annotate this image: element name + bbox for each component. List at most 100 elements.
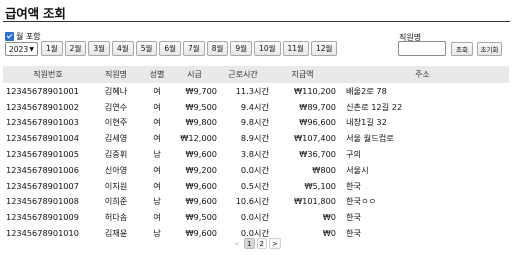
total-pay-cell: ₩101,800 [294,196,336,207]
employee-id-cell: 12345678901001 [6,85,79,96]
employee-name-cell: 김세영 [104,133,128,144]
employee-id-cell: 12345678901004 [6,133,79,144]
table-row[interactable]: 12345678901009 허다솜 여 ₩9,500 0.0시간 ₩0 한국 [3,209,509,225]
sex-cell: 남 [153,149,161,160]
next-page-button[interactable]: > [268,238,281,249]
table-row[interactable]: 12345678901008 이희준 남 ₩9,600 10.6시간 ₩101,800 한국… [3,194,509,210]
work-hours-cell: 9.4시간 [240,101,269,112]
address-cell: 구의 [346,149,362,160]
employee-id-cell: 12345678901003 [6,117,79,128]
page-title: 급여액 조회 [5,6,66,21]
table-row[interactable]: 12345678901005 김중휘 남 ₩9,600 3.8시간 ₩36,700 구의 [3,146,509,162]
total-pay-cell: ₩5,100 [304,180,336,191]
employee-name-cell: 김연수 [104,101,128,112]
hourly-pay-cell: ₩9,600 [185,180,217,191]
employee-name-cell: 허다솜 [104,212,128,223]
month-button-6[interactable]: 6월 [159,41,182,56]
sex-cell: 여 [153,180,161,191]
table-row[interactable]: 12345678901002 김연수 여 ₩9,500 9.4시간 ₩89,700 신촌로 … [3,99,509,115]
address-cell: 내창1길 32 [346,117,387,128]
work-hours-cell: 8.9시간 [240,133,269,144]
hourly-pay-cell: ₩9,500 [185,212,217,223]
reset-button[interactable]: 초기화 [477,42,502,56]
sex-cell: 여 [153,85,161,96]
work-hours-cell: 3.8시간 [240,149,269,160]
column-header-sex: 성별 [142,66,172,83]
hourly-pay-cell: ₩12,000 [180,133,217,144]
sex-cell: 여 [153,117,161,128]
month-include-toggle[interactable]: 월 포함 [5,31,41,42]
address-cell: 신촌로 12길 22 [346,101,403,112]
total-pay-cell: ₩96,600 [299,117,336,128]
work-hours-cell: 10.6시간 [235,196,269,207]
column-header-address: 주소 [336,66,509,83]
work-hours-cell: 0.0시간 [240,164,269,175]
month-button-group: 1월 2월 3월 4월 5월 6월 7월 8월 9월 10월 11월 12월 [41,41,338,56]
month-button-4[interactable]: 4월 [112,41,134,56]
month-include-label: 월 포함 [16,32,41,41]
hourly-pay-cell: ₩9,800 [185,117,217,128]
month-button-1[interactable]: 1월 [41,41,63,56]
employee-id-cell: 12345678901002 [6,101,79,112]
sex-cell: 여 [153,164,161,175]
employee-id-cell: 12345678901006 [6,164,79,175]
month-button-11[interactable]: 11월 [282,41,309,56]
month-button-12[interactable]: 12월 [310,41,338,56]
prev-page-button[interactable]: < [232,238,242,249]
column-header-total: 지급액 [269,66,336,83]
hourly-pay-cell: ₩9,500 [185,101,217,112]
month-button-2[interactable]: 2월 [64,41,87,56]
pagination: < 1 2 > [0,238,513,249]
table-row[interactable]: 12345678901006 신아영 여 ₩9,200 0.0시간 ₩800 서울시 [3,162,509,178]
table-row[interactable]: 12345678901004 김세영 여 ₩12,000 8.9시간 ₩107,400 서울… [3,130,509,146]
month-button-5[interactable]: 5월 [135,41,158,56]
table-row[interactable]: 12345678901007 이지원 여 ₩9,600 0.5시간 ₩5,100 한국 [3,178,509,194]
work-hours-cell: 0.0시간 [240,212,269,223]
page-button-1[interactable]: 1 [244,238,255,249]
year-select[interactable]: 2023 ▼ [5,42,38,56]
employee-id-cell: 12345678901005 [6,149,79,160]
address-cell: 서울시 [346,164,369,175]
month-button-3[interactable]: 3월 [88,41,111,56]
address-cell: 배울2로 78 [346,85,387,96]
total-pay-cell: ₩110,200 [294,85,336,96]
employee-name-cell: 신아영 [104,164,128,175]
employee-name-input[interactable] [398,41,446,56]
payroll-table: 직원번호 직원명 성별 시급 근로시간 지급액 주소 1234567890100… [3,66,509,241]
column-header-id: 직원번호 [3,66,90,83]
employee-name-cell: 이지원 [104,180,128,191]
chevron-down-icon: ▼ [29,45,34,53]
sex-cell: 여 [153,133,161,144]
hourly-pay-cell: ₩9,200 [185,164,217,175]
address-cell: 한국 [346,180,362,191]
search-button[interactable]: 조회 [451,42,473,56]
hourly-pay-cell: ₩9,600 [185,196,217,207]
month-button-9[interactable]: 9월 [230,41,253,56]
hourly-pay-cell: ₩9,700 [185,85,217,96]
work-hours-cell: 0.5시간 [240,180,269,191]
employee-name-cell: 이희준 [104,196,128,207]
employee-name-cell: 이현주 [104,117,128,128]
column-header-hours: 근로시간 [217,66,269,83]
address-cell: 서울 월드컵로 [346,133,394,144]
table-header-row: 직원번호 직원명 성별 시급 근로시간 지급액 주소 [3,66,509,83]
total-pay-cell: ₩89,700 [299,101,336,112]
address-cell: 한국ㅇㅇ [346,196,377,207]
table-row[interactable]: 12345678901003 이현주 여 ₩9,800 9.8시간 ₩96,600 내창1길… [3,115,509,131]
month-include-checkbox[interactable] [5,32,14,41]
month-button-8[interactable]: 8월 [206,41,229,56]
employee-id-cell: 12345678901009 [6,212,79,223]
employee-id-cell: 12345678901008 [6,196,79,207]
table-row[interactable]: 12345678901001 김혜나 여 ₩9,700 11.3시간 ₩110,200 배울… [3,83,509,99]
sex-cell: 남 [153,196,161,207]
work-hours-cell: 11.3시간 [235,85,269,96]
work-hours-cell: 9.8시간 [240,117,269,128]
sex-cell: 여 [153,101,161,112]
page-button-2[interactable]: 2 [256,238,267,249]
column-header-hourly-pay: 시급 [172,66,217,83]
month-button-10[interactable]: 10월 [254,41,281,56]
year-select-value: 2023 [9,44,29,54]
month-button-7[interactable]: 7월 [183,41,205,56]
total-pay-cell: ₩36,700 [299,149,336,160]
hourly-pay-cell: ₩9,600 [185,149,217,160]
